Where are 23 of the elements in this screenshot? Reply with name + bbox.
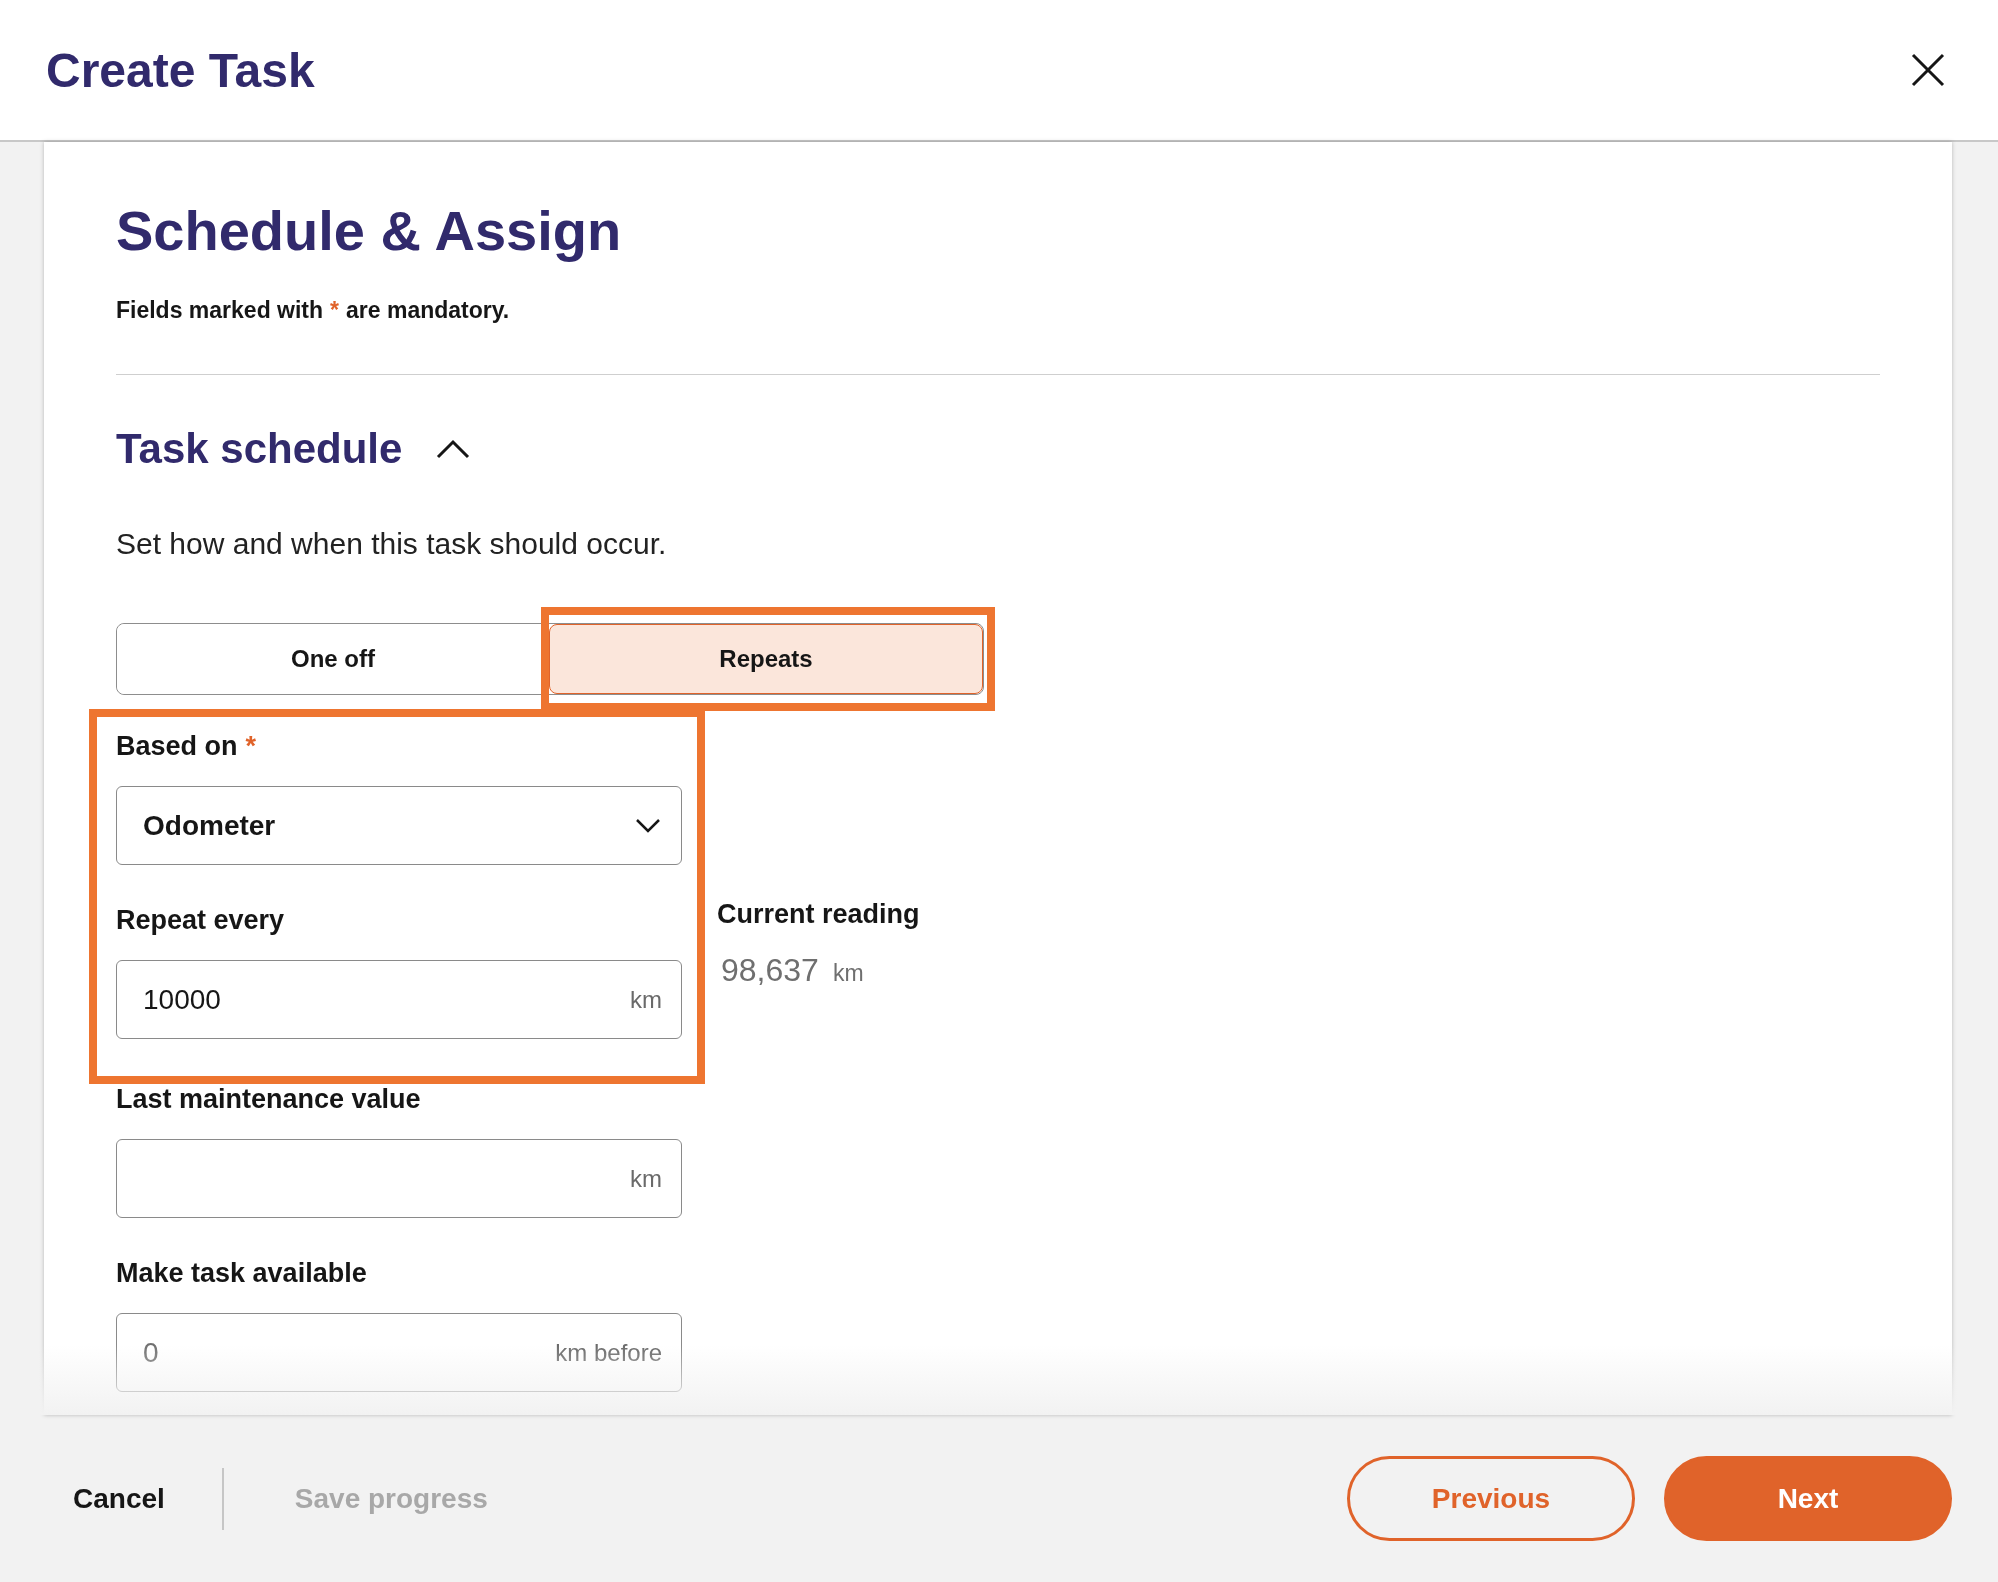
dropdown-field[interactable]: Odometer [116, 786, 682, 865]
unit-label: km [832, 960, 864, 987]
field-label: Based on [116, 731, 238, 762]
required-mark: * [245, 731, 257, 762]
toggle-option[interactable]: Repeats [549, 624, 983, 694]
section-toggle[interactable]: Task schedule [116, 425, 471, 473]
field-label: Last maintenance value [116, 1084, 421, 1115]
chevron-up-icon [436, 439, 471, 459]
unit-label: km [630, 1164, 662, 1193]
next-button[interactable]: Next [1664, 1456, 1952, 1541]
unit-label: km [630, 985, 662, 1014]
reading-label: Current reading [717, 899, 920, 930]
section-description: Set how and when this task should occur. [116, 527, 668, 561]
field-label: Repeat every [116, 905, 285, 936]
input-field[interactable] [116, 1139, 682, 1218]
field-label: Make task available [116, 1258, 367, 1289]
unit-label: km before [555, 1338, 662, 1367]
chevron-down-icon [635, 817, 661, 834]
reading-value: 98,637 [721, 952, 819, 989]
page-heading: Schedule & Assign [116, 198, 623, 263]
mandatory-note: Fields marked with * are mandatory. [116, 297, 511, 324]
dialog-title: Create Task [46, 42, 315, 98]
cancel-button[interactable]: Cancel [52, 1472, 186, 1525]
